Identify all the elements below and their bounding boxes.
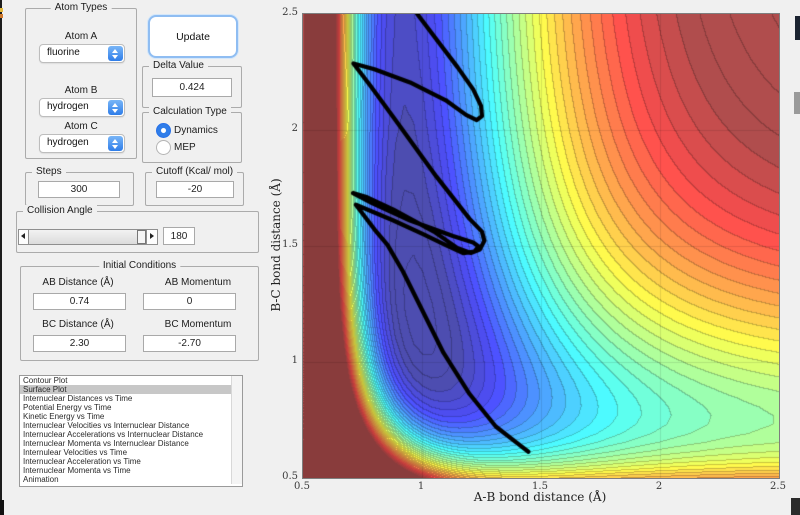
x-tick-label: 0.5 — [294, 481, 310, 492]
dropdown-chevrons-icon — [108, 46, 123, 61]
bc-distance-field[interactable] — [33, 335, 126, 352]
dropdown-chevrons-icon — [108, 100, 123, 115]
update-button[interactable]: Update — [148, 15, 238, 58]
atom-a-dropdown[interactable]: fluorine — [39, 44, 125, 63]
right-edge-artifact — [794, 92, 800, 114]
listbox-scrollbar[interactable] — [231, 376, 242, 484]
list-item[interactable]: Animation — [20, 475, 242, 484]
list-item[interactable]: Internuclear Momenta vs Time — [20, 466, 242, 475]
bc-distance-label: BC Distance (Å) — [42, 319, 114, 330]
potential-energy-surface-canvas[interactable] — [303, 14, 779, 478]
bottom-right-artifact — [791, 498, 800, 515]
steps-field[interactable] — [38, 181, 120, 198]
mep-radio-label: MEP — [174, 142, 196, 153]
atom-c-value: hydrogen — [47, 137, 89, 148]
bc-momentum-field[interactable] — [143, 335, 236, 352]
list-item[interactable]: Internuclear Acceleration vs Time — [20, 457, 242, 466]
y-tick-label: 1 — [291, 355, 298, 366]
cutoff-field[interactable] — [156, 181, 234, 198]
contour-plot-area[interactable] — [302, 13, 780, 479]
collision-angle-field[interactable] — [163, 227, 195, 245]
x-axis-label: A-B bond distance (Å) — [473, 490, 607, 504]
left-edge-dot-artifact — [0, 8, 3, 12]
steps-group: Steps — [25, 166, 134, 206]
left-arrow-icon — [21, 233, 25, 239]
ab-distance-field[interactable] — [33, 293, 126, 310]
atom-b-dropdown[interactable]: hydrogen — [39, 98, 125, 117]
bottom-left-artifact — [0, 500, 4, 515]
list-item[interactable]: Internulear Velocities vs Time — [20, 448, 242, 457]
calculation-type-title: Calculation Type — [149, 106, 231, 117]
delta-value-group: Delta Value — [142, 60, 242, 108]
list-item[interactable]: Internuclear Velocities vs Internuclear … — [20, 421, 242, 430]
y-tick-label: 2.5 — [282, 7, 298, 18]
delta-value-field[interactable] — [152, 78, 232, 97]
dropdown-chevrons-icon — [108, 136, 123, 151]
right-edge-artifact — [795, 16, 800, 40]
x-tick-label: 2.5 — [770, 481, 786, 492]
ab-distance-label: AB Distance (Å) — [42, 277, 114, 288]
atom-types-group: Atom Types Atom A fluorine Atom B hydrog… — [25, 2, 137, 159]
collision-angle-title: Collision Angle — [23, 205, 97, 216]
list-item[interactable]: Contour Plot — [20, 376, 242, 385]
atom-b-value: hydrogen — [47, 101, 89, 112]
cutoff-group: Cutoff (Kcal/ mol) — [145, 166, 244, 206]
ab-momentum-label: AB Momentum — [164, 277, 232, 288]
app-window: Atom Types Atom A fluorine Atom B hydrog… — [0, 0, 800, 515]
left-edge-dot-artifact — [0, 14, 3, 18]
atom-c-dropdown[interactable]: hydrogen — [39, 134, 125, 153]
bc-momentum-label: BC Momentum — [164, 319, 232, 330]
ab-momentum-field[interactable] — [143, 293, 236, 310]
initial-conditions-title: Initial Conditions — [98, 260, 181, 271]
mep-radio[interactable] — [156, 140, 171, 155]
dynamics-radio[interactable] — [156, 123, 171, 138]
cutoff-title: Cutoff (Kcal/ mol) — [152, 166, 238, 177]
initial-conditions-group: Initial Conditions AB Distance (Å) AB Mo… — [20, 260, 259, 361]
slider-right-arrow-button[interactable] — [146, 229, 158, 245]
list-item[interactable]: Internuclear Accelerations vs Internucle… — [20, 430, 242, 439]
list-item[interactable]: Internuclear Distances vs Time — [20, 394, 242, 403]
collision-angle-slider-track[interactable] — [28, 229, 148, 245]
plot-type-listbox[interactable]: Contour Plot Surface Plot Internuclear D… — [19, 375, 243, 487]
collision-angle-group: Collision Angle — [16, 205, 259, 253]
list-item[interactable]: Surface Plot — [20, 385, 242, 394]
y-axis-label: B-C bond distance (Å) — [269, 178, 283, 312]
atom-c-label: Atom C — [64, 121, 98, 132]
atom-b-label: Atom B — [64, 85, 98, 96]
delta-value-title: Delta Value — [149, 60, 208, 71]
y-tick-label: 0.5 — [282, 471, 298, 482]
list-item[interactable]: Kinetic Energy vs Time — [20, 412, 242, 421]
dynamics-radio-label: Dynamics — [174, 125, 218, 136]
y-tick-label: 2 — [291, 123, 298, 134]
collision-angle-slider-thumb[interactable] — [137, 230, 146, 244]
calculation-type-group: Calculation Type Dynamics MEP — [142, 106, 242, 163]
atom-a-label: Atom A — [64, 31, 98, 42]
atom-types-title: Atom Types — [50, 2, 112, 13]
steps-title: Steps — [32, 166, 66, 177]
left-edge-artifact — [0, 0, 2, 515]
right-arrow-icon — [150, 233, 154, 239]
list-item[interactable]: Potential Energy vs Time — [20, 403, 242, 412]
list-item[interactable]: Internuclear Momenta vs Internuclear Dis… — [20, 439, 242, 448]
atom-a-value: fluorine — [47, 47, 80, 58]
